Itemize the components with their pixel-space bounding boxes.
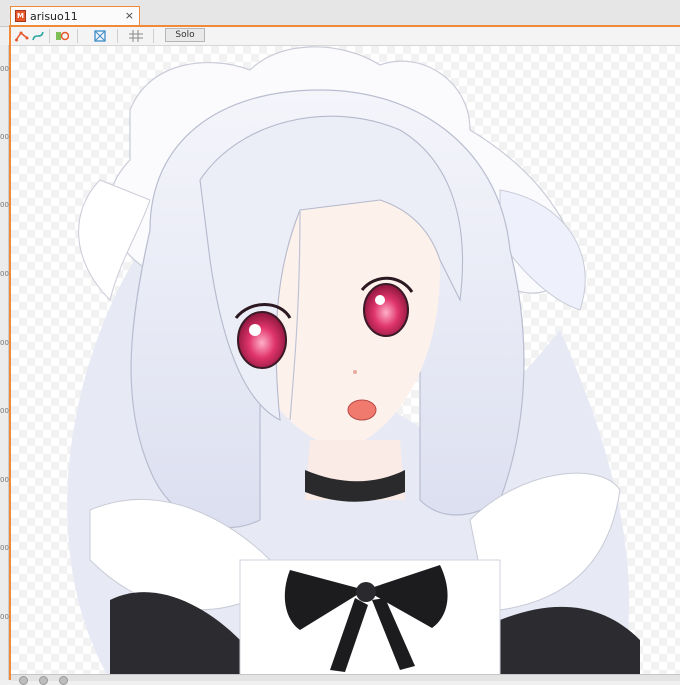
ruler-label: 00	[0, 476, 9, 484]
left-eye	[237, 311, 287, 369]
toolbar-divider	[77, 29, 78, 43]
tab-document[interactable]: M arisuo11 ×	[10, 6, 140, 26]
right-eye	[363, 283, 409, 337]
model-canvas[interactable]	[11, 46, 680, 674]
toolbar-divider	[153, 29, 154, 43]
character-illustration	[67, 46, 640, 674]
curve-button[interactable]	[29, 28, 47, 43]
close-icon[interactable]: ×	[125, 9, 134, 22]
nose	[353, 370, 357, 374]
mouth	[347, 399, 377, 421]
ruler-label: 00	[0, 544, 9, 552]
ribbon-knot	[356, 582, 376, 602]
vertical-ruler: 00 00 00 00 00 00 00 00 00	[0, 45, 9, 680]
ruler-label: 00	[0, 270, 9, 278]
zoom-reset-icon[interactable]	[39, 676, 48, 685]
ruler-label: 00	[0, 133, 9, 141]
tab-document-label: arisuo11	[30, 10, 78, 23]
solo-button[interactable]: Solo	[165, 28, 205, 42]
parameter-button[interactable]	[53, 28, 71, 43]
document-tab-bar: M arisuo11 ×	[0, 0, 680, 27]
toolbar-divider	[49, 29, 50, 43]
grid-button[interactable]	[127, 28, 145, 43]
right-eye-highlight	[375, 295, 385, 305]
transform-icon	[94, 29, 106, 42]
live2d-editor-window: M arisuo11 × Solo 00 00 00 00 00 00 00 0…	[0, 0, 680, 685]
ruler-label: 00	[0, 65, 9, 73]
ruler-label: 00	[0, 201, 9, 209]
grid-icon	[129, 29, 143, 42]
zoom-out-icon[interactable]	[19, 676, 28, 685]
left-eye-highlight	[249, 324, 261, 336]
model-file-icon: M	[15, 10, 26, 22]
parameter-icon	[56, 31, 69, 40]
ruler-label: 00	[0, 407, 9, 415]
transform-button[interactable]	[91, 28, 109, 43]
deformer-path-icon	[15, 31, 29, 41]
ruler-label: 00	[0, 339, 9, 347]
apron	[239, 559, 501, 674]
zoom-in-icon[interactable]	[59, 676, 68, 685]
toolbar-divider	[117, 29, 118, 43]
canvas-toolbar: Solo	[11, 27, 680, 46]
ruler-label: 00	[0, 613, 9, 621]
curve-icon	[32, 31, 44, 40]
